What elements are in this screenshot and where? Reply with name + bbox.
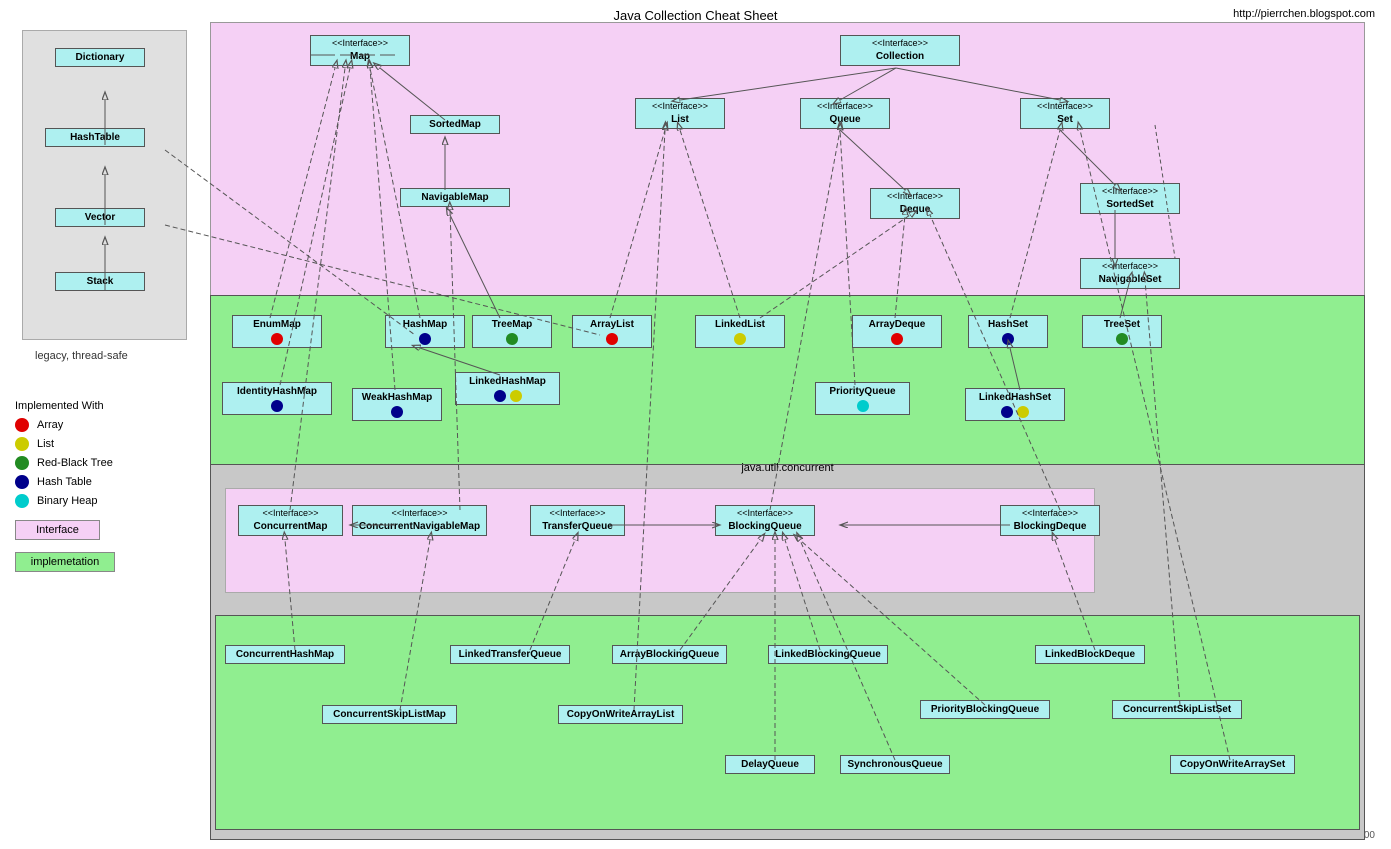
box-LinkedList: LinkedList xyxy=(695,315,785,348)
legend-ht-label: Hash Table xyxy=(37,476,92,488)
box-ArrayList: ArrayList xyxy=(572,315,652,348)
box-ConcurrentNavigableMap: <<Interface>> ConcurrentNavigableMap xyxy=(352,505,487,536)
box-ConcurrentHashMap: ConcurrentHashMap xyxy=(225,645,345,664)
box-ArrayBlockingQueue: ArrayBlockingQueue xyxy=(612,645,727,664)
legend-title: Implemented With xyxy=(15,400,205,412)
box-TreeSet: TreeSet xyxy=(1082,315,1162,348)
box-SortedMap: SortedMap xyxy=(410,115,500,134)
legend-rbt: Red-Black Tree xyxy=(15,456,205,470)
concurrent-label: java.util.concurrent xyxy=(210,462,1365,474)
box-BlockingDeque: <<Interface>> BlockingDeque xyxy=(1000,505,1100,536)
box-NavigableMap: NavigableMap xyxy=(400,188,510,207)
box-EnumMap: EnumMap xyxy=(232,315,322,348)
box-ConcurrentMap: <<Interface>> ConcurrentMap xyxy=(238,505,343,536)
legend-rbt-label: Red-Black Tree xyxy=(37,457,113,469)
legend-impl-box: implemetation xyxy=(15,552,115,572)
box-Queue: <<Interface>> Queue xyxy=(800,98,890,129)
box-ConcurrentSkipListMap: ConcurrentSkipListMap xyxy=(322,705,457,724)
box-TreeMap: TreeMap xyxy=(472,315,552,348)
legend-interface-box: Interface xyxy=(15,520,100,540)
legacy-label: legacy, thread-safe xyxy=(35,350,128,362)
box-ArrayDeque: ArrayDeque xyxy=(852,315,942,348)
box-PriorityQueue: PriorityQueue xyxy=(815,382,910,415)
impl-area-top xyxy=(210,295,1365,465)
box-Stack: Stack xyxy=(55,272,145,291)
legend-ht: Hash Table xyxy=(15,475,205,489)
box-CopyOnWriteArraySet: CopyOnWriteArraySet xyxy=(1170,755,1295,774)
box-LinkedTransferQueue: LinkedTransferQueue xyxy=(450,645,570,664)
box-Map: <<Interface>> Map xyxy=(310,35,410,66)
box-ConcurrentSkipListSet: ConcurrentSkipListSet xyxy=(1112,700,1242,719)
box-HashSet: HashSet xyxy=(968,315,1048,348)
legend-array: Array xyxy=(15,418,205,432)
box-PriorityBlockingQueue: PriorityBlockingQueue xyxy=(920,700,1050,719)
box-Set: <<Interface>> Set xyxy=(1020,98,1110,129)
box-BlockingQueue: <<Interface>> BlockingQueue xyxy=(715,505,815,536)
legend-list-label: List xyxy=(37,438,54,450)
box-Deque: <<Interface>> Deque xyxy=(870,188,960,219)
box-IdentityHashMap: IdentityHashMap xyxy=(222,382,332,415)
box-CopyOnWriteArrayList: CopyOnWriteArrayList xyxy=(558,705,683,724)
legend-bh: Binary Heap xyxy=(15,494,205,508)
legend-list: List xyxy=(15,437,205,451)
box-HashMap: HashMap xyxy=(385,315,465,348)
box-NavigableSet: <<Interface>> NavigableSet xyxy=(1080,258,1180,289)
box-SynchronousQueue: SynchronousQueue xyxy=(840,755,950,774)
box-DelayQueue: DelayQueue xyxy=(725,755,815,774)
box-LinkedBlockDeque: LinkedBlockDeque xyxy=(1035,645,1145,664)
box-TransferQueue: <<Interface>> TransferQueue xyxy=(530,505,625,536)
legend-array-label: Array xyxy=(37,419,63,431)
box-LinkedHashSet: LinkedHashSet xyxy=(965,388,1065,421)
box-LinkedBlockingQueue: LinkedBlockingQueue xyxy=(768,645,888,664)
box-HashTable: HashTable xyxy=(45,128,145,147)
legend-area: Implemented With Array List Red-Black Tr… xyxy=(15,400,205,578)
concurrent-interface-area xyxy=(225,488,1095,593)
box-List: <<Interface>> List xyxy=(635,98,725,129)
box-LinkedHashMap: LinkedHashMap xyxy=(455,372,560,405)
box-SortedSet: <<Interface>> SortedSet xyxy=(1080,183,1180,214)
box-Vector: Vector xyxy=(55,208,145,227)
legacy-area xyxy=(22,30,187,340)
box-WeakHashMap: WeakHashMap xyxy=(352,388,442,421)
box-Collection: <<Interface>> Collection xyxy=(840,35,960,66)
page-url: http://pierrchen.blogspot.com xyxy=(1233,8,1375,20)
box-Dictionary: Dictionary xyxy=(55,48,145,67)
page-title: Java Collection Cheat Sheet xyxy=(613,8,777,23)
legend-bh-label: Binary Heap xyxy=(37,495,98,507)
